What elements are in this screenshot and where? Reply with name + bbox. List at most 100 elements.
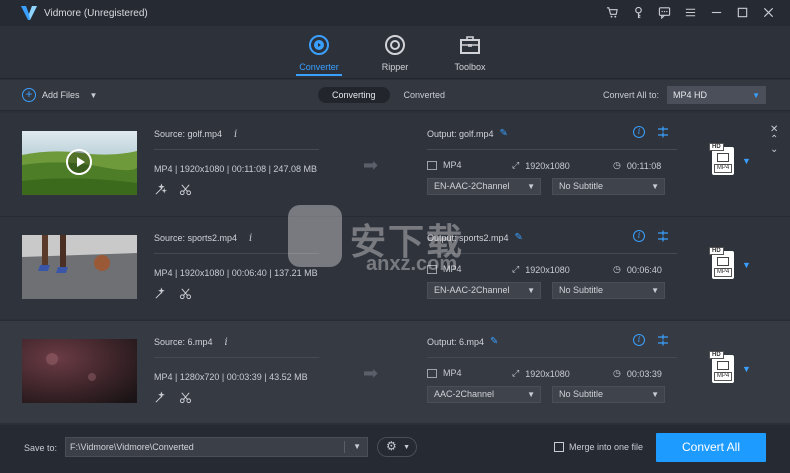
video-thumbnail[interactable]: [22, 131, 137, 195]
video-thumbnail[interactable]: [22, 339, 137, 403]
convert-all-button[interactable]: Convert All: [656, 433, 766, 462]
tab-converted[interactable]: Converted: [390, 87, 460, 103]
mp4-badge: MP4: [714, 164, 732, 173]
tab-ripper[interactable]: Ripper: [360, 34, 430, 72]
output-info-icon[interactable]: i: [633, 334, 645, 346]
merge-checkbox[interactable]: [554, 442, 564, 452]
scissors-icon[interactable]: [179, 287, 192, 300]
magic-wand-icon[interactable]: [154, 287, 167, 300]
maximize-icon[interactable]: [734, 4, 750, 20]
output-format-badge[interactable]: HD MP4: [709, 351, 734, 383]
tab-converting[interactable]: Converting: [318, 87, 390, 103]
info-icon[interactable]: i: [234, 129, 237, 140]
key-icon[interactable]: [630, 4, 646, 20]
settings-sliders-icon[interactable]: [657, 334, 669, 346]
settings-sliders-icon[interactable]: [657, 126, 669, 138]
minimize-icon[interactable]: [708, 4, 724, 20]
magic-wand-icon[interactable]: [154, 391, 167, 404]
chevron-down-icon: ▼: [527, 390, 535, 399]
watermark: 安下载 anxz.com: [288, 205, 508, 275]
info-icon[interactable]: i: [225, 337, 228, 348]
save-path-field[interactable]: F:\Vidmore\Vidmore\Converted ▼: [65, 437, 368, 457]
save-to-label: Save to:: [24, 443, 58, 453]
tab-toolbox-label: Toolbox: [454, 62, 486, 72]
edit-name-icon[interactable]: ✎: [490, 336, 498, 347]
arrow-right-icon: ➡: [363, 155, 379, 175]
subtitle-select[interactable]: No Subtitle ▼: [552, 386, 665, 403]
clock-icon: ◷: [613, 368, 621, 378]
dark-bokeh-image: [22, 339, 137, 403]
audio-track-select[interactable]: EN-AAC-2Channel ▼: [427, 282, 541, 299]
close-icon[interactable]: [760, 4, 776, 20]
hd-badge: HD: [709, 247, 724, 255]
scissors-icon[interactable]: [179, 391, 192, 404]
audio-track-value: EN-AAC-2Channel: [434, 285, 510, 295]
resize-icon: ⤢: [512, 264, 520, 274]
converter-icon: [309, 35, 329, 55]
app-title: Vidmore (Unregistered): [44, 7, 148, 19]
output-format-badge[interactable]: HD MP4: [709, 247, 734, 279]
output-format-badge[interactable]: HD MP4: [709, 143, 734, 175]
tab-converter[interactable]: Converter: [284, 34, 354, 72]
add-files-label: Add Files: [42, 90, 80, 100]
chevron-down-icon[interactable]: ⌄: [770, 145, 778, 155]
menu-icon[interactable]: [682, 4, 698, 20]
chevron-down-icon[interactable]: ▼: [742, 260, 751, 270]
view-tabs: Converting Converted: [318, 87, 459, 103]
video-thumbnail[interactable]: [22, 235, 137, 299]
convert-all-format-select[interactable]: MP4 HD ▼: [667, 86, 766, 104]
source-name: Source: sports2.mp4 i: [154, 233, 252, 244]
divider: [344, 441, 345, 453]
add-files-button[interactable]: + Add Files ▼: [22, 88, 97, 102]
audio-track-select[interactable]: EN-AAC-2Channel ▼: [427, 178, 541, 195]
chevron-down-icon: ▼: [403, 444, 410, 451]
film-icon: [427, 368, 437, 378]
bottom-bar: Save to: F:\Vidmore\Vidmore\Converted ▼ …: [0, 425, 790, 473]
edit-name-icon[interactable]: ✎: [500, 128, 508, 139]
output-name: Output: 6.mp4 ✎: [427, 336, 498, 347]
chevron-down-icon: ▼: [651, 390, 659, 399]
chevron-down-icon[interactable]: ▼: [742, 156, 751, 166]
film-icon: [427, 160, 437, 170]
scissors-icon[interactable]: [179, 183, 192, 196]
mp4-badge: MP4: [714, 372, 732, 381]
settings-button[interactable]: ⚙ ▼: [377, 437, 417, 457]
convert-all-format-value: MP4 HD: [673, 90, 708, 100]
output-info-icon[interactable]: i: [633, 126, 645, 138]
output-resolution: ⤢ 1920x1080: [512, 264, 570, 275]
audio-track-select[interactable]: AAC-2Channel ▼: [427, 386, 541, 403]
merge-option[interactable]: Merge into one file: [554, 442, 643, 452]
divider: [427, 357, 677, 358]
arrow-right-icon: ➡: [363, 363, 379, 383]
cart-icon[interactable]: [604, 4, 620, 20]
feedback-icon[interactable]: [656, 4, 672, 20]
play-icon[interactable]: [66, 149, 92, 175]
chevron-down-icon[interactable]: ▼: [90, 91, 98, 100]
chevron-down-icon[interactable]: ▼: [742, 364, 751, 374]
output-duration: ◷ 00:06:40: [613, 264, 662, 275]
subtitle-select[interactable]: No Subtitle ▼: [552, 178, 665, 195]
output-name: Output: golf.mp4 ✎: [427, 128, 508, 139]
edit-name-icon[interactable]: ✎: [515, 232, 523, 243]
output-actions: i: [633, 126, 669, 138]
output-resolution-value: 1920x1080: [525, 160, 570, 171]
subtitle-select[interactable]: No Subtitle ▼: [552, 282, 665, 299]
chevron-down-icon: ▼: [651, 182, 659, 191]
output-info-icon[interactable]: i: [633, 230, 645, 242]
settings-sliders-icon[interactable]: [657, 230, 669, 242]
vidmore-logo: [21, 6, 37, 20]
sports-image: [22, 235, 137, 299]
ripper-icon: [385, 35, 405, 55]
film-icon: [717, 361, 729, 370]
save-path-value: F:\Vidmore\Vidmore\Converted: [70, 442, 194, 452]
output-format: MP4: [427, 160, 462, 170]
magic-wand-icon[interactable]: [154, 183, 167, 196]
info-icon[interactable]: i: [249, 233, 252, 244]
output-label: Output: 6.mp4: [427, 336, 485, 347]
window-controls: [604, 4, 776, 20]
file-row: Source: golf.mp4 i MP4 | 1920x1080 | 00:1…: [0, 113, 790, 216]
tab-toolbox[interactable]: Toolbox: [435, 34, 505, 72]
output-resolution-value: 1920x1080: [525, 264, 570, 275]
chevron-down-icon[interactable]: ▼: [353, 438, 361, 456]
file-row: Source: 6.mp4 i MP4 | 1280x720 | 00:03:39…: [0, 320, 790, 423]
